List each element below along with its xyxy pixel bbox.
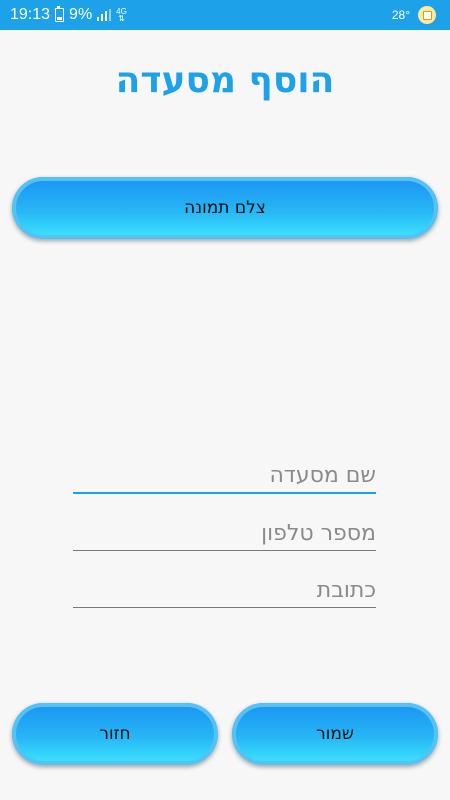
signal-icon — [97, 9, 112, 21]
status-bar: 19:13 9% 4G ⇅ 28° — [0, 0, 450, 30]
calendar-icon — [418, 6, 436, 24]
status-right: 28° — [392, 6, 450, 24]
phone-number-field[interactable]: מספר טלפון — [73, 511, 376, 551]
battery-icon — [55, 6, 65, 22]
clock: 19:13 — [10, 6, 51, 23]
temperature: 28° — [391, 8, 410, 22]
take-photo-button[interactable]: צלם תמונה — [12, 177, 438, 239]
address-placeholder: כתובת — [316, 578, 376, 603]
restaurant-name-placeholder: שם מסעדה — [269, 463, 376, 488]
data-arrows: ⇅ — [118, 14, 125, 23]
restaurant-name-field[interactable]: שם מסעדה — [73, 454, 376, 494]
address-field[interactable]: כתובת — [73, 568, 376, 608]
phone-number-placeholder: מספר טלפון — [261, 521, 376, 546]
battery-percent: 9% — [69, 6, 93, 23]
back-button[interactable]: חזור — [12, 703, 218, 765]
save-button[interactable]: שמור — [232, 703, 438, 765]
page-title: הוסף מסעדה — [115, 60, 335, 101]
status-left: 19:13 9% 4G ⇅ — [0, 6, 127, 24]
network-4g-icon: 4G ⇅ — [116, 8, 127, 23]
back-label: חזור — [99, 724, 131, 744]
take-photo-label: צלם תמונה — [184, 198, 266, 218]
save-label: שמור — [316, 724, 354, 744]
